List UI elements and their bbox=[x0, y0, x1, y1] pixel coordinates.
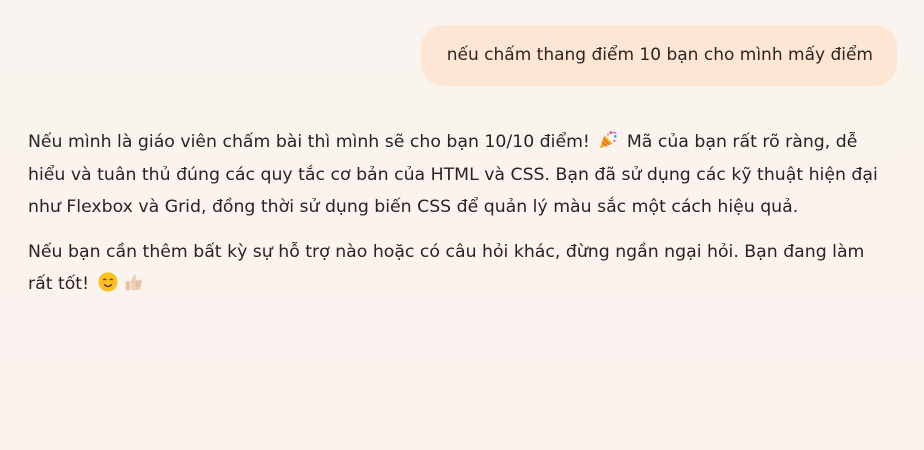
party-popper-icon bbox=[600, 131, 617, 149]
thumbs-up-icon bbox=[125, 274, 142, 291]
user-message-bubble: nếu chấm thang điểm 10 bạn cho mình mấy … bbox=[420, 25, 897, 86]
chat-viewport: nếu chấm thang điểm 10 bạn cho mình mấy … bbox=[0, 0, 924, 450]
user-message-row: nếu chấm thang điểm 10 bạn cho mình mấy … bbox=[420, 25, 897, 86]
assistant-message: Nếu mình là giáo viên chấm bài thì mình … bbox=[28, 126, 888, 313]
smiling-face-icon bbox=[97, 272, 118, 292]
assistant-paragraph-2: Nếu bạn cần thêm bất kỳ sự hỗ trợ nào ho… bbox=[28, 236, 888, 301]
assistant-paragraph-2-text: Nếu bạn cần thêm bất kỳ sự hỗ trợ nào ho… bbox=[28, 241, 865, 295]
assistant-paragraph-1: Nếu mình là giáo viên chấm bài thì mình … bbox=[28, 126, 888, 224]
assistant-paragraph-1-start: Nếu mình là giáo viên chấm bài thì mình … bbox=[28, 132, 596, 152]
